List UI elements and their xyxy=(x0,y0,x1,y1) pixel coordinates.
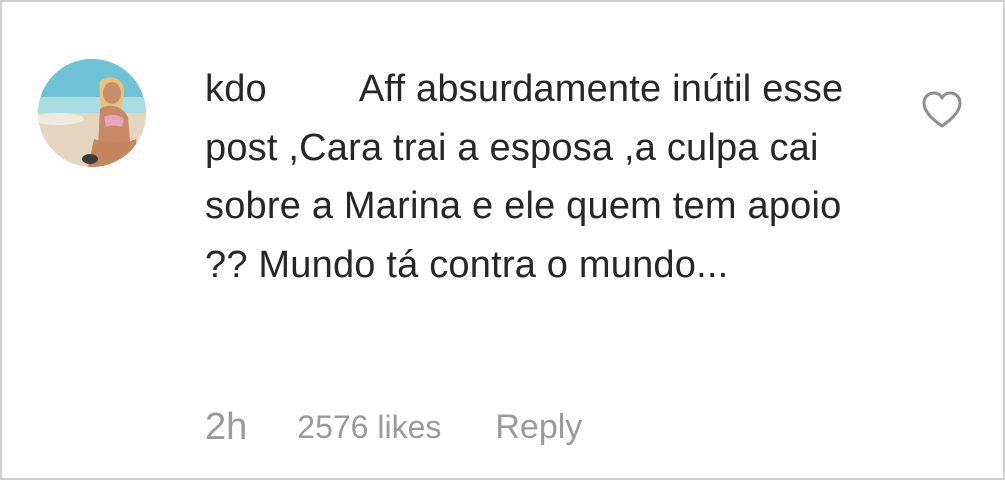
screenshot-frame: kdo Aff absurdamente inútil esse post ,Ca… xyxy=(0,0,1005,480)
avatar-photo xyxy=(38,59,146,167)
comment-text: Aff absurdamente inútil esse post ,Cara … xyxy=(205,68,844,286)
avatar[interactable] xyxy=(38,59,146,167)
comment-body: kdo Aff absurdamente inútil esse post ,Ca… xyxy=(205,60,885,294)
comment-item: kdo Aff absurdamente inútil esse post ,Ca… xyxy=(2,2,1003,478)
reply-button[interactable]: Reply xyxy=(495,408,582,447)
comment-like-count[interactable]: 2576 likes xyxy=(297,409,441,446)
heart-outline-icon xyxy=(922,91,962,128)
like-button[interactable] xyxy=(920,90,964,130)
comment-timestamp[interactable]: 2h xyxy=(205,406,247,449)
comment-meta: 2h 2576 likes Reply xyxy=(205,402,582,452)
comment-username[interactable]: kdo xyxy=(205,68,267,110)
